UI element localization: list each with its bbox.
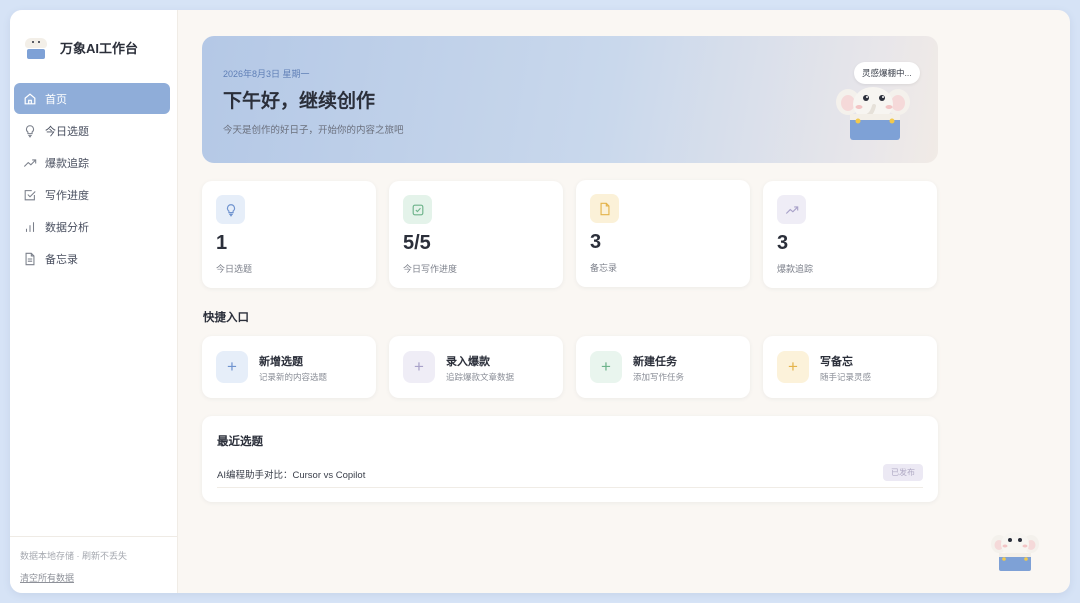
stat-label: 爆款追踪: [777, 264, 814, 274]
elephant-mascot-icon: [836, 87, 910, 140]
sidebar-item-label: 备忘录: [45, 253, 78, 266]
stat-card-topics[interactable]: 1 今日选题: [202, 181, 376, 288]
quick-write-memo-button[interactable]: + 写备忘 随手记录灵感: [763, 336, 937, 398]
sidebar-item-home[interactable]: 首页: [14, 83, 170, 114]
stat-label: 备忘录: [590, 263, 618, 273]
plus-icon: +: [216, 351, 248, 383]
home-icon: [23, 92, 37, 106]
quick-title: 录入爆款: [446, 356, 490, 368]
bar-chart-icon: [23, 220, 37, 234]
stat-value: 1: [216, 232, 228, 254]
clear-data-link[interactable]: 清空所有数据: [20, 571, 74, 584]
quick-subtitle: 随手记录灵感: [820, 372, 872, 382]
quick-subtitle: 添加写作任务: [633, 372, 685, 382]
sidebar: 万象AI工作台 首页 今日选题 爆款追踪 写作进度 数据分析 备忘录 数据本地存…: [10, 10, 178, 593]
checkbox-icon: [23, 188, 37, 202]
stat-label: 今日选题: [216, 264, 253, 274]
sidebar-item-label: 今日选题: [45, 125, 89, 138]
sidebar-nav: 首页 今日选题 爆款追踪 写作进度 数据分析 备忘录: [14, 83, 170, 275]
lightbulb-icon: [216, 195, 245, 224]
floating-mascot-button[interactable]: [990, 528, 1040, 574]
list-item[interactable]: AI编程助手对比：Cursor vs Copilot 已发布: [217, 461, 923, 488]
brand-title: 万象AI工作台: [60, 40, 139, 56]
stat-label: 今日写作进度: [403, 264, 458, 274]
recent-topics-title: 最近选题: [217, 436, 263, 448]
document-icon: [23, 252, 37, 266]
sidebar-item-label: 爆款追踪: [45, 157, 89, 170]
sidebar-item-label: 数据分析: [45, 221, 89, 234]
quick-title: 新建任务: [633, 356, 677, 368]
sidebar-item-label: 首页: [45, 93, 67, 106]
app-window: 万象AI工作台 首页 今日选题 爆款追踪 写作进度 数据分析 备忘录 数据本地存…: [10, 10, 1070, 593]
trending-up-icon: [23, 156, 37, 170]
sidebar-item-topics[interactable]: 今日选题: [14, 115, 170, 146]
greeting-subtitle: 今天是创作的好日子，开始你的内容之旅吧: [223, 125, 404, 136]
welcome-banner: 2026年8月3日 星期一 下午好，继续创作 今天是创作的好日子，开始你的内容之…: [202, 36, 938, 163]
sidebar-item-label: 写作进度: [45, 189, 89, 202]
stat-value: 5/5: [403, 232, 431, 254]
quick-subtitle: 记录新的内容选题: [259, 372, 328, 382]
sidebar-item-progress[interactable]: 写作进度: [14, 179, 170, 210]
status-badge: 已发布: [883, 464, 923, 481]
quick-add-trending-button[interactable]: + 录入爆款 追踪爆款文章数据: [389, 336, 563, 398]
plus-icon: +: [777, 351, 809, 383]
sidebar-item-trending[interactable]: 爆款追踪: [14, 147, 170, 178]
greeting-title: 下午好，继续创作: [223, 91, 376, 112]
elephant-logo-icon: [24, 34, 48, 60]
stat-card-memo[interactable]: 3 备忘录: [576, 180, 750, 287]
lightbulb-icon: [23, 124, 37, 138]
stat-card-trending[interactable]: 3 爆款追踪: [763, 181, 937, 288]
trending-up-icon: [777, 195, 806, 224]
quick-title: 新增选题: [259, 356, 303, 368]
recent-topics-panel: 最近选题 AI编程助手对比：Cursor vs Copilot 已发布: [202, 416, 938, 502]
quick-add-topic-button[interactable]: + 新增选题 记录新的内容选题: [202, 336, 376, 398]
quick-title: 写备忘: [820, 356, 853, 368]
sidebar-item-memo[interactable]: 备忘录: [14, 243, 170, 274]
document-icon: [590, 194, 619, 223]
stat-value: 3: [777, 232, 789, 254]
sidebar-item-analytics[interactable]: 数据分析: [14, 211, 170, 242]
stat-value: 3: [590, 231, 602, 253]
stat-card-writing-progress[interactable]: 5/5 今日写作进度: [389, 181, 563, 288]
plus-icon: +: [403, 351, 435, 383]
checkbox-icon: [403, 195, 432, 224]
storage-note: 数据本地存储 · 刷新不丢失: [20, 551, 127, 561]
plus-icon: +: [590, 351, 622, 383]
brand: 万象AI工作台: [24, 34, 138, 60]
quick-access-title: 快捷入口: [203, 312, 249, 324]
quick-new-task-button[interactable]: + 新建任务 添加写作任务: [576, 336, 750, 398]
quick-subtitle: 追踪爆款文章数据: [446, 372, 515, 382]
current-date: 2026年8月3日 星期一: [223, 69, 310, 79]
topic-title: AI编程助手对比：Cursor vs Copilot: [217, 470, 366, 481]
sidebar-footer: 数据本地存储 · 刷新不丢失 清空所有数据: [10, 536, 177, 593]
